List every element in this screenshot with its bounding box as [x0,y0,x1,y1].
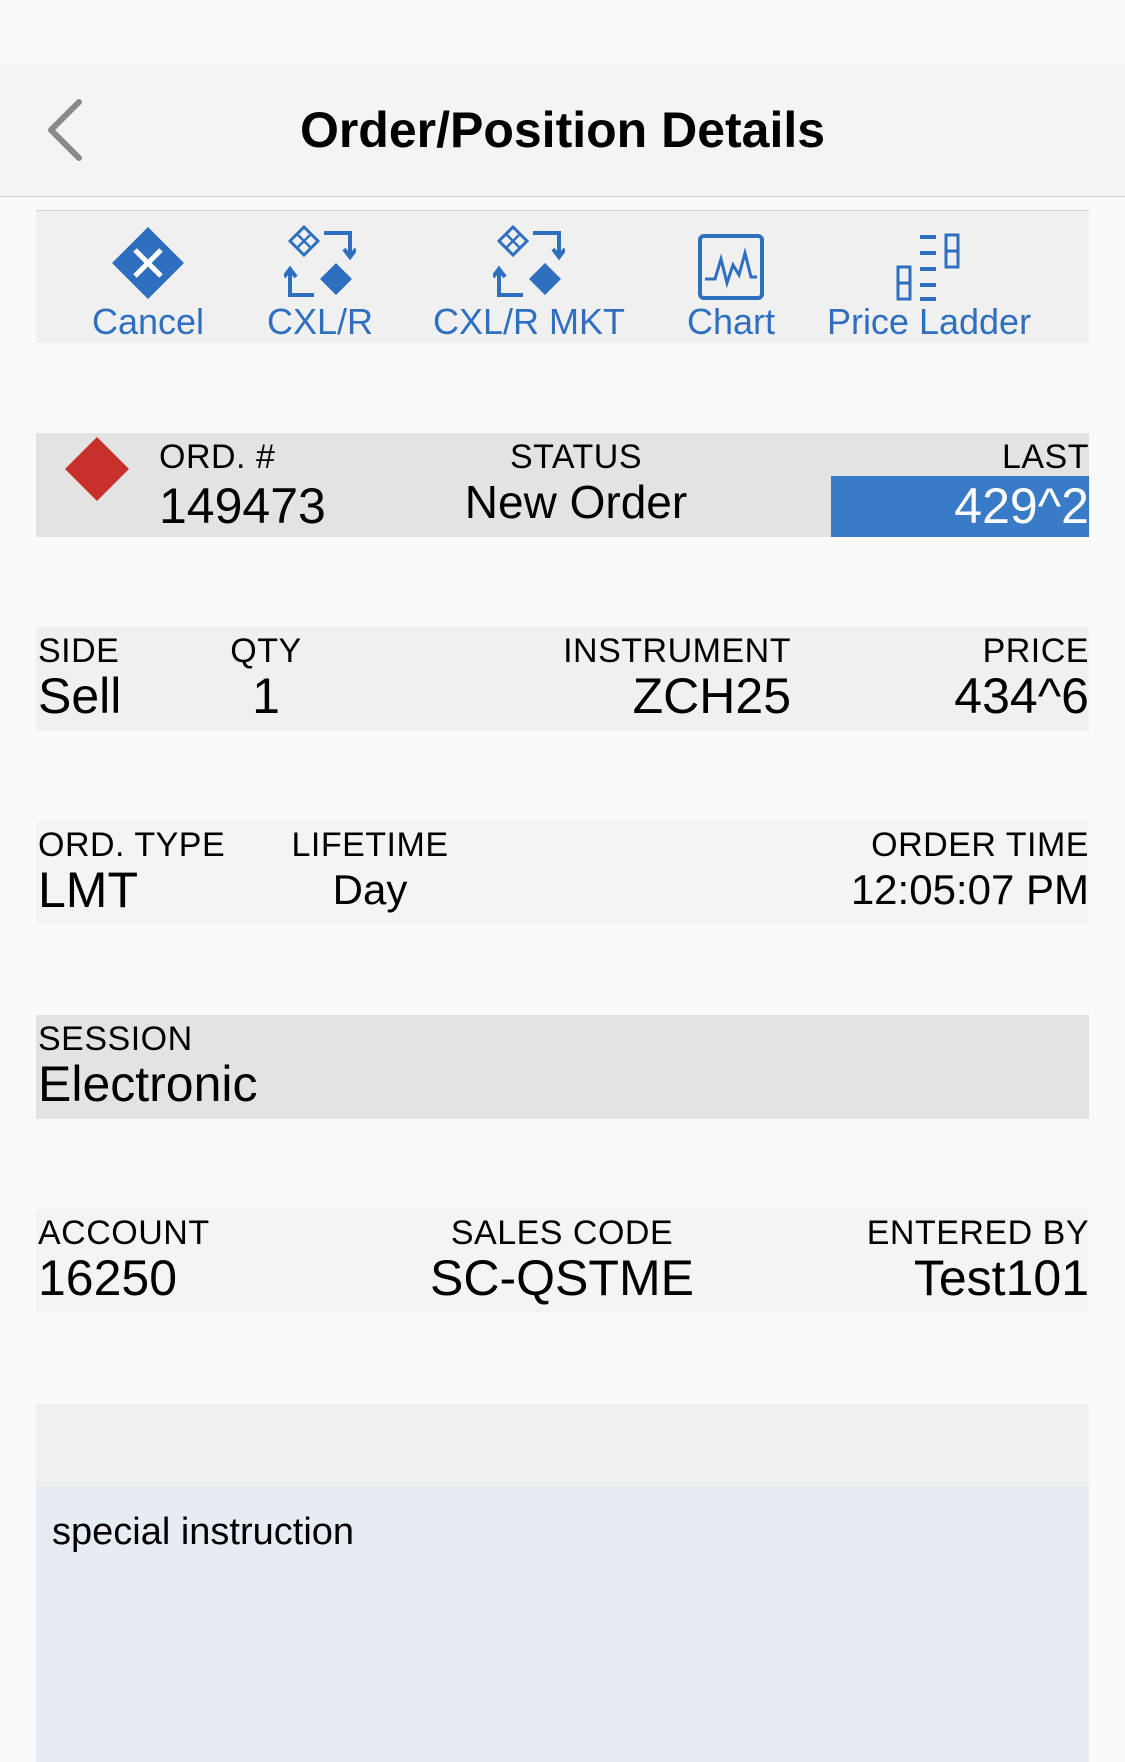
order-time-value: 12:05:07 PM [850,866,1089,913]
entered-by-value: Test101 [913,1250,1089,1306]
instrument-caption: INSTRUMENT [563,632,791,670]
special-instruction-area[interactable]: special instruction [36,1486,1089,1762]
lifetime-field: LIFETIME Day [270,827,470,917]
session-row: SESSION Electronic [36,1015,1089,1119]
page-title: Order/Position Details [299,102,826,158]
price-caption: PRICE [982,632,1089,670]
cancel-replace-market-icon [493,225,565,297]
order-number-value: 149473 [159,478,326,534]
account-value: 16250 [38,1250,178,1306]
cancel-replace-icon [284,225,356,297]
cxl-r-mkt-button[interactable]: CXL/R MKT [421,211,637,343]
sales-code-caption: SALES CODE [450,1214,674,1252]
special-instruction-text: special instruction [52,1511,355,1553]
price-value: 434^6 [954,668,1089,724]
ord-type-value: LMT [38,862,138,918]
price-ladder-icon [896,233,960,301]
session-value: Electronic [38,1056,258,1112]
order-time-caption: ORDER TIME [871,826,1089,864]
type-lifetime-time-row: ORD. TYPE LMT LIFETIME Day ORDER TIME 12… [36,821,1089,925]
status-field: STATUS New Order [426,439,726,529]
sales-code-field: SALES CODE SC-QSTME [387,1215,737,1305]
sell-diamond-icon [65,437,129,501]
navigation-bar: Order/Position Details [0,64,1125,197]
session-field: SESSION Electronic [38,1021,258,1111]
notes-header [36,1404,1089,1486]
ord-type-caption: ORD. TYPE [38,826,226,864]
account-field: ACCOUNT 16250 [38,1215,210,1305]
lifetime-value: Day [332,866,408,913]
side-value: Sell [38,668,122,724]
cxl-r-mkt-label: CXL/R MKT [432,301,626,342]
side-field: SIDE Sell [38,633,121,723]
back-button[interactable] [40,94,90,166]
qty-value: 1 [252,668,280,724]
last-caption: LAST [1001,438,1089,476]
cxl-r-label: CXL/R [266,301,374,342]
cancel-label: Cancel [91,301,205,342]
qty-field: QTY 1 [226,633,306,723]
cancel-button[interactable]: Cancel [86,211,210,343]
chart-icon [698,234,764,300]
entered-by-caption: ENTERED BY [866,1214,1089,1252]
price-ladder-label: Price Ladder [826,301,1032,342]
session-caption: SESSION [38,1020,193,1058]
order-time-field: ORDER TIME 12:05:07 PM [851,827,1089,917]
chart-button[interactable]: Chart [666,211,796,343]
price-ladder-button[interactable]: Price Ladder [821,211,1037,343]
cxl-r-button[interactable]: CXL/R [256,211,384,343]
lifetime-caption: LIFETIME [291,826,449,864]
chart-label: Chart [686,301,776,342]
side-caption: SIDE [38,632,120,670]
cancel-x-diamond-icon [112,227,184,299]
instrument-field: INSTRUMENT ZCH25 [563,633,791,723]
side-qty-instrument-price-row: SIDE Sell QTY 1 INSTRUMENT ZCH25 PRICE 4… [36,627,1089,731]
account-row: ACCOUNT 16250 SALES CODE SC-QSTME ENTERE… [36,1209,1089,1313]
order-number-caption: ORD. # [159,438,276,476]
status-value: New Order [464,476,688,528]
account-caption: ACCOUNT [38,1214,210,1252]
action-toolbar: Cancel CXL/R CXL/R MKT Chart Price Ladde… [36,210,1089,343]
status-caption: STATUS [509,438,643,476]
price-field: PRICE 434^6 [954,633,1089,723]
sales-code-value: SC-QSTME [430,1250,694,1306]
last-price-value: 429^2 [831,476,1089,537]
ord-type-field: ORD. TYPE LMT [38,827,225,917]
chevron-left-icon [48,99,82,161]
qty-caption: QTY [230,632,302,670]
order-summary-row: ORD. # 149473 STATUS New Order LAST 429^… [36,433,1089,537]
instrument-value: ZCH25 [632,668,791,724]
entered-by-field: ENTERED BY Test101 [867,1215,1089,1305]
order-number-field: ORD. # 149473 [159,439,326,533]
